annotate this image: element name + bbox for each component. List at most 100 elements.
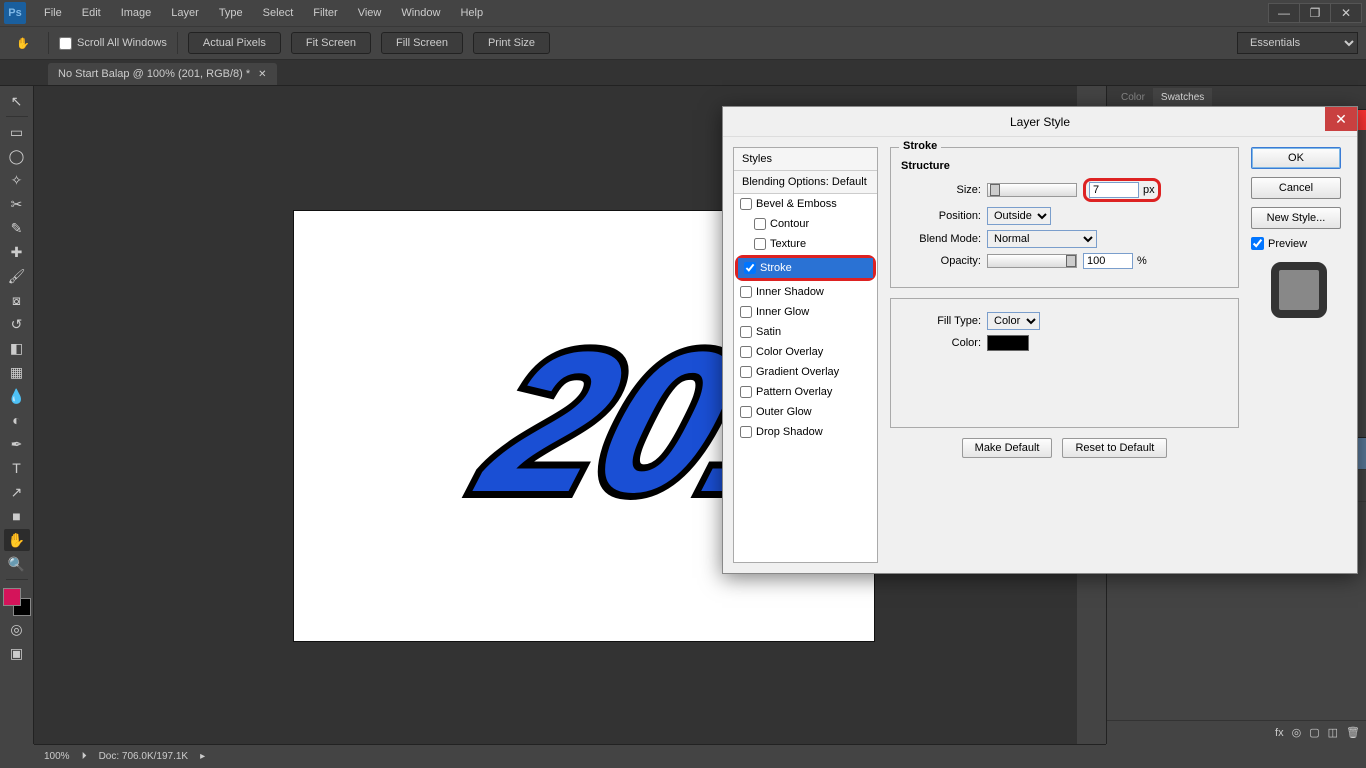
tools-panel: ↖ ▭ ◯ ✧ ✂ ✎ ✚ 🖌 ⧇ ↺ ◧ ▦ 💧 ◐ ✒ T ↗ ■ ✋ 🔍 … (0, 86, 34, 744)
menu-edit[interactable]: Edit (72, 3, 111, 23)
document-tab[interactable]: No Start Balap @ 100% (201, RGB/8) * ✕ (48, 63, 277, 85)
menu-view[interactable]: View (348, 3, 392, 23)
opacity-input[interactable] (1083, 253, 1133, 269)
folder-icon[interactable]: ▢ (1309, 726, 1319, 739)
menu-help[interactable]: Help (450, 3, 493, 23)
opacity-unit: % (1137, 255, 1147, 267)
zoom-level[interactable]: 100% (44, 751, 70, 762)
print-size-button[interactable]: Print Size (473, 32, 550, 54)
type-tool-icon[interactable]: T (4, 457, 30, 479)
status-expand-icon[interactable]: ⏵ (82, 751, 87, 762)
menu-type[interactable]: Type (209, 3, 253, 23)
scroll-all-windows-checkbox[interactable]: Scroll All Windows (59, 37, 167, 50)
stroke-color-swatch[interactable] (987, 335, 1029, 351)
reset-default-button[interactable]: Reset to Default (1062, 438, 1167, 458)
ok-button[interactable]: OK (1251, 147, 1341, 169)
wand-tool-icon[interactable]: ✧ (4, 169, 30, 191)
inner-glow-item[interactable]: Inner Glow (734, 302, 877, 322)
satin-item[interactable]: Satin (734, 322, 877, 342)
menu-filter[interactable]: Filter (303, 3, 347, 23)
close-button[interactable]: ✕ (1330, 3, 1362, 23)
dialog-titlebar[interactable]: Layer Style ✕ (723, 107, 1357, 137)
drop-shadow-item[interactable]: Drop Shadow (734, 422, 877, 442)
pen-tool-icon[interactable]: ✒ (4, 433, 30, 455)
outer-glow-item[interactable]: Outer Glow (734, 402, 877, 422)
fill-screen-button[interactable]: Fill Screen (381, 32, 463, 54)
opacity-slider[interactable] (987, 254, 1077, 268)
gradient-tool-icon[interactable]: ▦ (4, 361, 30, 383)
lasso-tool-icon[interactable]: ◯ (4, 145, 30, 167)
cancel-button[interactable]: Cancel (1251, 177, 1341, 199)
menu-select[interactable]: Select (253, 3, 304, 23)
doc-size: Doc: 706.0K/197.1K (99, 751, 189, 762)
inner-shadow-item[interactable]: Inner Shadow (734, 282, 877, 302)
texture-item[interactable]: Texture (734, 234, 877, 254)
quickmask-icon[interactable]: ◎ (4, 618, 30, 640)
stroke-item[interactable]: Stroke (738, 258, 873, 278)
crop-tool-icon[interactable]: ✂ (4, 193, 30, 215)
menu-image[interactable]: Image (111, 3, 162, 23)
gradient-overlay-item[interactable]: Gradient Overlay (734, 362, 877, 382)
position-select[interactable]: Outside (987, 207, 1051, 225)
stroke-section-title: Stroke (899, 140, 941, 152)
marquee-tool-icon[interactable]: ▭ (4, 121, 30, 143)
menu-layer[interactable]: Layer (161, 3, 209, 23)
fill-type-select[interactable]: Color (987, 312, 1040, 330)
mask-icon[interactable]: ◎ (1292, 726, 1302, 739)
foreground-color[interactable] (3, 588, 21, 606)
dialog-button-column: OK Cancel New Style... Preview (1251, 147, 1347, 563)
new-style-button[interactable]: New Style... (1251, 207, 1341, 229)
swatches-tab[interactable]: Swatches (1153, 88, 1212, 107)
move-tool-icon[interactable]: ↖ (4, 90, 30, 112)
path-tool-icon[interactable]: ↗ (4, 481, 30, 503)
stamp-tool-icon[interactable]: ⧇ (4, 289, 30, 311)
minimize-button[interactable]: — (1268, 3, 1300, 23)
maximize-button[interactable]: ❐ (1299, 3, 1331, 23)
eraser-tool-icon[interactable]: ◧ (4, 337, 30, 359)
fill-fieldset: Fill Type: Color Color: (890, 298, 1239, 428)
shape-tool-icon[interactable]: ■ (4, 505, 30, 527)
bevel-emboss-item[interactable]: Bevel & Emboss (734, 194, 877, 214)
dodge-tool-icon[interactable]: ◐ (4, 409, 30, 431)
menubar: Ps File Edit Image Layer Type Select Fil… (0, 0, 1366, 26)
blend-mode-label: Blend Mode: (901, 233, 981, 245)
healing-tool-icon[interactable]: ✚ (4, 241, 30, 263)
pattern-overlay-item[interactable]: Pattern Overlay (734, 382, 877, 402)
stroke-fieldset: Stroke Structure Size: px Position: Outs… (890, 147, 1239, 288)
blend-mode-select[interactable]: Normal (987, 230, 1097, 248)
blending-options-item[interactable]: Blending Options: Default (734, 171, 877, 194)
app-logo: Ps (4, 2, 26, 24)
workspace-switcher[interactable]: Essentials (1237, 32, 1358, 54)
preview-checkbox[interactable]: Preview (1251, 237, 1347, 250)
zoom-tool-icon[interactable]: 🔍 (4, 553, 30, 575)
screenmode-icon[interactable]: ▣ (4, 642, 30, 664)
new-layer-icon[interactable]: ◫ (1328, 726, 1338, 739)
layer-style-dialog: Layer Style ✕ Styles Blending Options: D… (722, 106, 1358, 574)
menu-window[interactable]: Window (391, 3, 450, 23)
window-controls: — ❐ ✕ (1269, 3, 1362, 23)
status-menu-icon[interactable]: ▸ (200, 751, 205, 762)
color-swatches[interactable] (3, 588, 31, 616)
blur-tool-icon[interactable]: 💧 (4, 385, 30, 407)
size-unit: px (1143, 184, 1155, 196)
size-slider[interactable] (987, 183, 1077, 197)
brush-tool-icon[interactable]: 🖌 (4, 265, 30, 287)
dialog-close-button[interactable]: ✕ (1325, 107, 1357, 131)
make-default-button[interactable]: Make Default (962, 438, 1053, 458)
color-overlay-item[interactable]: Color Overlay (734, 342, 877, 362)
hand-tool-icon[interactable]: ✋ (4, 529, 30, 551)
size-input[interactable] (1089, 182, 1139, 198)
contour-item[interactable]: Contour (734, 214, 877, 234)
eyedropper-tool-icon[interactable]: ✎ (4, 217, 30, 239)
fx-icon[interactable]: fx (1275, 727, 1284, 739)
layers-footer: fx ◎ ▢ ◫ 🗑 (1107, 720, 1366, 744)
color-tab[interactable]: Color (1113, 88, 1153, 107)
actual-pixels-button[interactable]: Actual Pixels (188, 32, 281, 54)
history-brush-tool-icon[interactable]: ↺ (4, 313, 30, 335)
menu-file[interactable]: File (34, 3, 72, 23)
fit-screen-button[interactable]: Fit Screen (291, 32, 371, 54)
document-tab-close-icon[interactable]: ✕ (258, 69, 266, 80)
styles-header[interactable]: Styles (734, 148, 877, 171)
trash-icon[interactable]: 🗑 (1346, 726, 1360, 739)
size-label: Size: (901, 184, 981, 196)
